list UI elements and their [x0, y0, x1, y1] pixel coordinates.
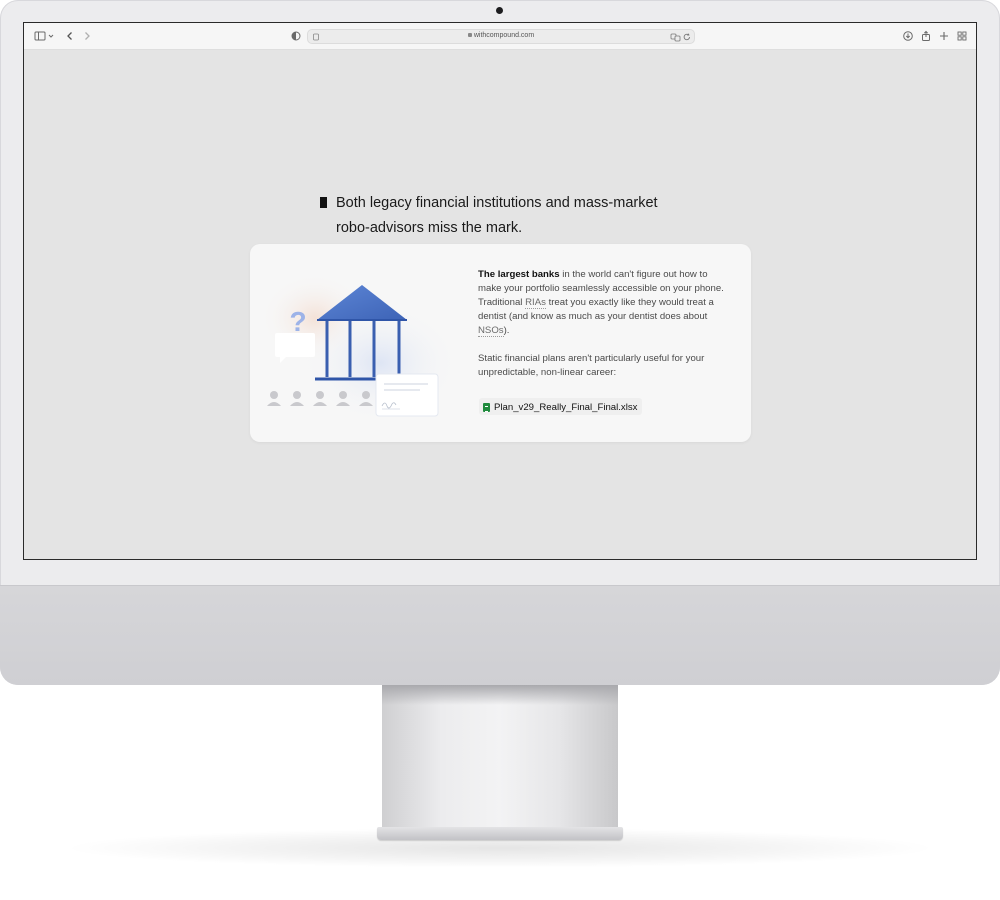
card-paragraph-1-c: ).: [503, 325, 510, 336]
spreadsheet-icon: [483, 403, 490, 412]
browser-toolbar: withcompound.com: [24, 23, 976, 50]
chevron-down-icon[interactable]: [47, 30, 55, 42]
largest-banks-text: The largest banks: [478, 269, 560, 280]
camera-icon: [496, 7, 503, 14]
info-card: ? The largest banks in the world can't f…: [250, 244, 751, 442]
share-icon[interactable]: [920, 30, 932, 42]
sidebar-icon[interactable]: [34, 30, 46, 42]
monitor-chin: [0, 585, 1000, 685]
new-tab-icon[interactable]: [938, 30, 950, 42]
back-icon[interactable]: [64, 30, 76, 42]
address-bar[interactable]: withcompound.com: [307, 29, 695, 44]
question-mark-icon: ?: [289, 306, 306, 337]
tab-overview-icon[interactable]: [956, 30, 968, 42]
card-paragraph-1: The largest banks in the world can't fig…: [478, 268, 728, 338]
lock-icon: [467, 33, 472, 38]
screen: withcompound.com Both legacy financial i…: [23, 22, 977, 560]
file-attachment[interactable]: Plan_v29_Really_Final_Final.xlsx: [479, 398, 643, 415]
section-headline: Both legacy financial institutions and m…: [336, 191, 696, 241]
monitor: withcompound.com Both legacy financial i…: [0, 0, 1000, 685]
reload-icon[interactable]: [682, 31, 692, 43]
card-paragraph-2: Static financial plans aren't particular…: [478, 353, 705, 378]
document-icon: [375, 373, 439, 417]
bullet-marker: [320, 197, 327, 208]
privacy-shield-icon[interactable]: [290, 30, 302, 42]
card-body: The largest banks in the world can't fig…: [478, 268, 728, 380]
download-icon[interactable]: [902, 30, 914, 42]
forward-icon[interactable]: [81, 30, 93, 42]
monitor-stand-neck: [382, 685, 618, 828]
web-page: Both legacy financial institutions and m…: [24, 51, 976, 559]
headline-line-2: robo-advisors miss the mark.: [336, 220, 523, 236]
url-value: withcompound.com: [473, 32, 535, 39]
translate-icon[interactable]: [670, 31, 681, 43]
file-name: Plan_v29_Really_Final_Final.xlsx: [494, 402, 638, 413]
nsos-tooltip-term[interactable]: NSOs: [478, 325, 504, 337]
monitor-stand-shadow: [382, 685, 618, 705]
rias-tooltip-term[interactable]: RIAs: [525, 297, 546, 309]
monitor-stand-foot: [377, 827, 623, 840]
headline-line-1: Both legacy financial institutions and m…: [336, 195, 658, 211]
bank-illustration: ?: [260, 273, 450, 423]
url-text: withcompound.com: [308, 32, 694, 39]
